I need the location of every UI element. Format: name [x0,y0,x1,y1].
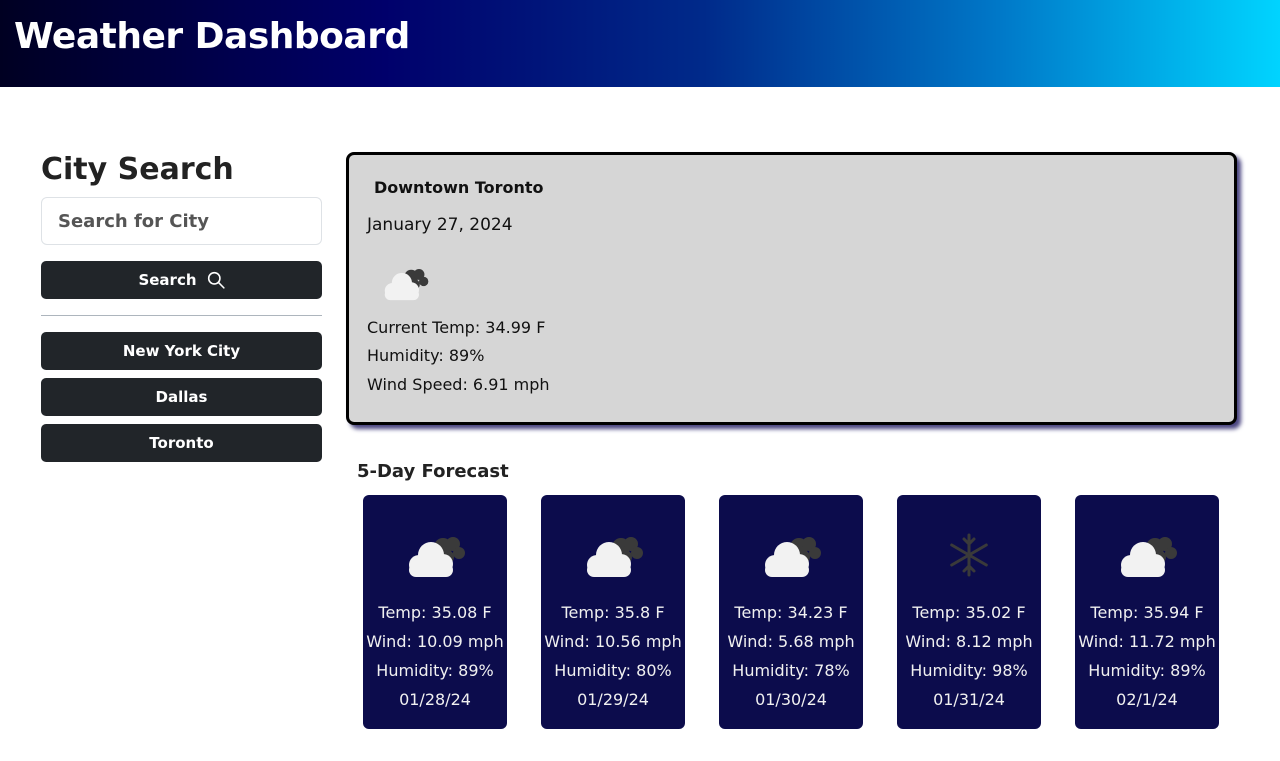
forecast-date: 02/1/24 [1116,690,1178,709]
forecast-humidity: Humidity: 98% [910,661,1028,680]
forecast-temp: Temp: 35.94 F [1090,603,1204,622]
forecast-wind: Wind: 10.56 mph [544,632,682,651]
forecast-date: 01/31/24 [933,690,1005,709]
sidebar-divider [41,315,322,316]
forecast-temp: Temp: 35.8 F [561,603,665,622]
history-city-label: Toronto [149,434,214,452]
cloud-icon [587,537,643,577]
forecast-humidity: Humidity: 89% [1088,661,1206,680]
cloud-icon [765,537,821,577]
forecast-day-card: Temp: 35.8 F Wind: 10.56 mph Humidity: 80%… [541,495,685,729]
forecast-day-card: Temp: 35.94 F Wind: 11.72 mph Humidity: 89… [1075,495,1219,729]
forecast-wind: Wind: 5.68 mph [727,632,855,651]
forecast-wind: Wind: 11.72 mph [1078,632,1216,651]
cloud-icon [1121,537,1177,577]
search-button[interactable]: Search [41,261,322,299]
forecast-date: 01/28/24 [399,690,471,709]
page-header: Weather Dashboard [0,0,1280,87]
forecast-date: 01/29/24 [577,690,649,709]
search-icon [207,271,225,289]
forecast-humidity: Humidity: 78% [732,661,850,680]
history-city-label: New York City [122,342,241,360]
snowflake-icon [950,533,988,577]
forecast-temp: Temp: 35.02 F [912,603,1026,622]
cloud-icon [409,537,465,577]
cloud-icon [384,269,429,301]
current-wind: Wind Speed: 6.91 mph [367,375,550,394]
forecast-day-card: Temp: 35.02 F Wind: 8.12 mph Humidity: 98%… [897,495,1041,729]
current-city-name: Downtown Toronto [374,178,544,197]
history-city-button[interactable]: Toronto [41,424,322,462]
current-date: January 27, 2024 [367,215,513,235]
history-city-button[interactable]: Dallas [41,378,322,416]
forecast-temp: Temp: 35.08 F [378,603,492,622]
forecast-humidity: Humidity: 89% [376,661,494,680]
history-city-label: Dallas [155,388,208,406]
forecast-date: 01/30/24 [755,690,827,709]
forecast-day-card: Temp: 34.23 F Wind: 5.68 mph Humidity: 78%… [719,495,863,729]
search-button-label: Search [138,271,197,289]
forecast-day-card: Temp: 35.08 F Wind: 10.09 mph Humidity: 89… [363,495,507,729]
current-weather-card: Downtown Toronto January 27, 2024 Curren… [346,152,1237,425]
forecast-wind: Wind: 8.12 mph [905,632,1033,651]
forecast-humidity: Humidity: 80% [554,661,672,680]
history-city-button[interactable]: New York City [41,332,322,370]
forecast-temp: Temp: 34.23 F [734,603,848,622]
page-title: Weather Dashboard [14,16,410,57]
city-search-input[interactable] [41,197,322,245]
current-temp: Current Temp: 34.99 F [367,318,546,337]
city-search-heading: City Search [41,152,234,187]
current-humidity: Humidity: 89% [367,346,485,365]
forecast-heading: 5-Day Forecast [357,461,509,482]
forecast-wind: Wind: 10.09 mph [366,632,504,651]
